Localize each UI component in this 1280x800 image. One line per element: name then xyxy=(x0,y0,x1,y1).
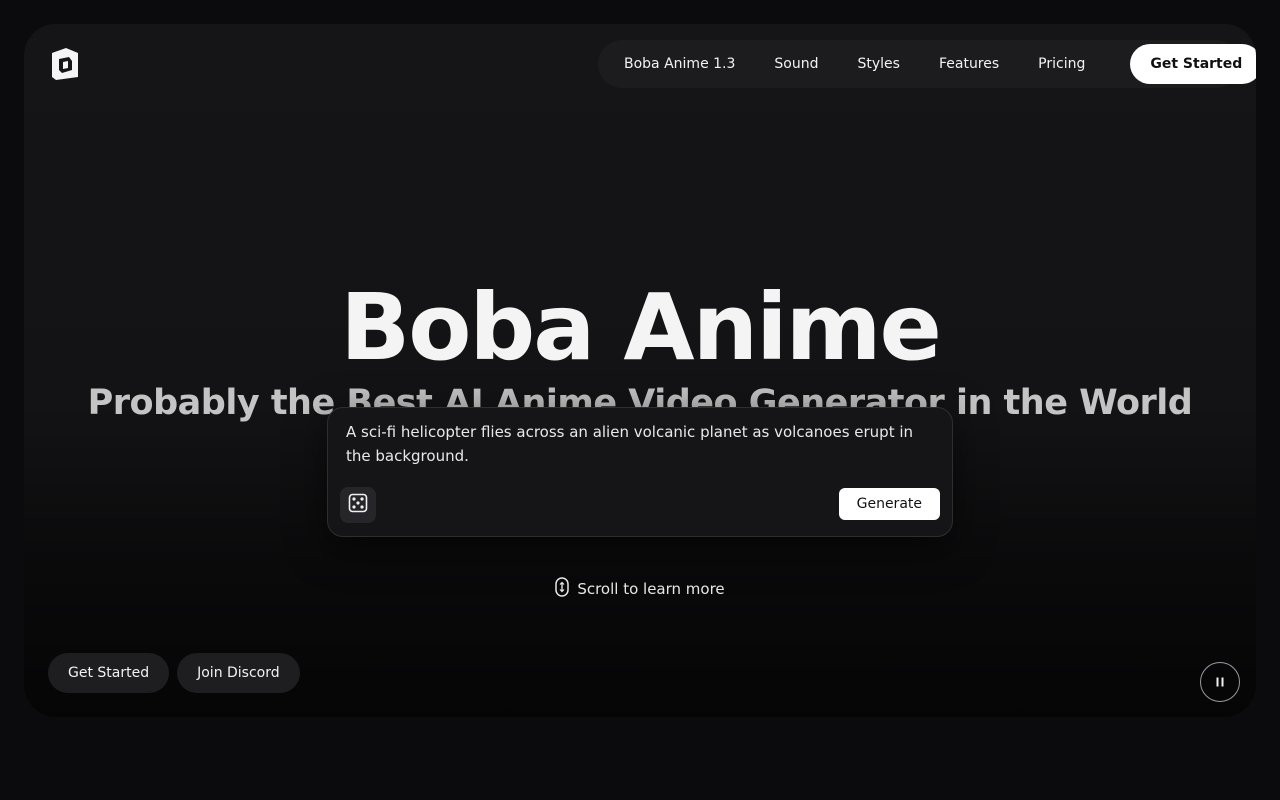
footer-actions: Get Started Join Discord xyxy=(48,653,300,693)
prompt-input[interactable]: A sci-fi helicopter flies across an alie… xyxy=(346,420,926,468)
nav-item-pricing[interactable]: Pricing xyxy=(1020,40,1106,88)
top-nav: Boba Anime 1.3 Sound Styles Features Pri… xyxy=(598,40,1256,88)
generate-button[interactable]: Generate xyxy=(838,488,940,520)
boba-logo-icon[interactable] xyxy=(50,47,80,81)
join-discord-button[interactable]: Join Discord xyxy=(177,653,300,693)
pause-button[interactable] xyxy=(1200,662,1240,702)
get-started-button[interactable]: Get Started xyxy=(48,653,170,693)
hero-section: Boba Anime 1.3 Sound Styles Features Pri… xyxy=(24,24,1256,717)
scroll-hint[interactable]: Scroll to learn more xyxy=(24,577,1256,601)
random-prompt-button[interactable] xyxy=(340,487,376,523)
mouse-scroll-icon xyxy=(555,577,570,601)
dice-icon xyxy=(348,493,368,517)
nav-item-features[interactable]: Features xyxy=(921,40,1020,88)
scroll-hint-label: Scroll to learn more xyxy=(577,580,725,598)
pause-icon xyxy=(1214,673,1226,692)
nav-item-sound[interactable]: Sound xyxy=(756,40,839,88)
nav-get-started-button[interactable]: Get Started xyxy=(1130,44,1256,84)
nav-item-styles[interactable]: Styles xyxy=(840,40,921,88)
prompt-box: A sci-fi helicopter flies across an alie… xyxy=(327,407,953,537)
hero-title: Boba Anime xyxy=(340,274,942,381)
nav-item-boba-anime-version[interactable]: Boba Anime 1.3 xyxy=(606,40,756,88)
